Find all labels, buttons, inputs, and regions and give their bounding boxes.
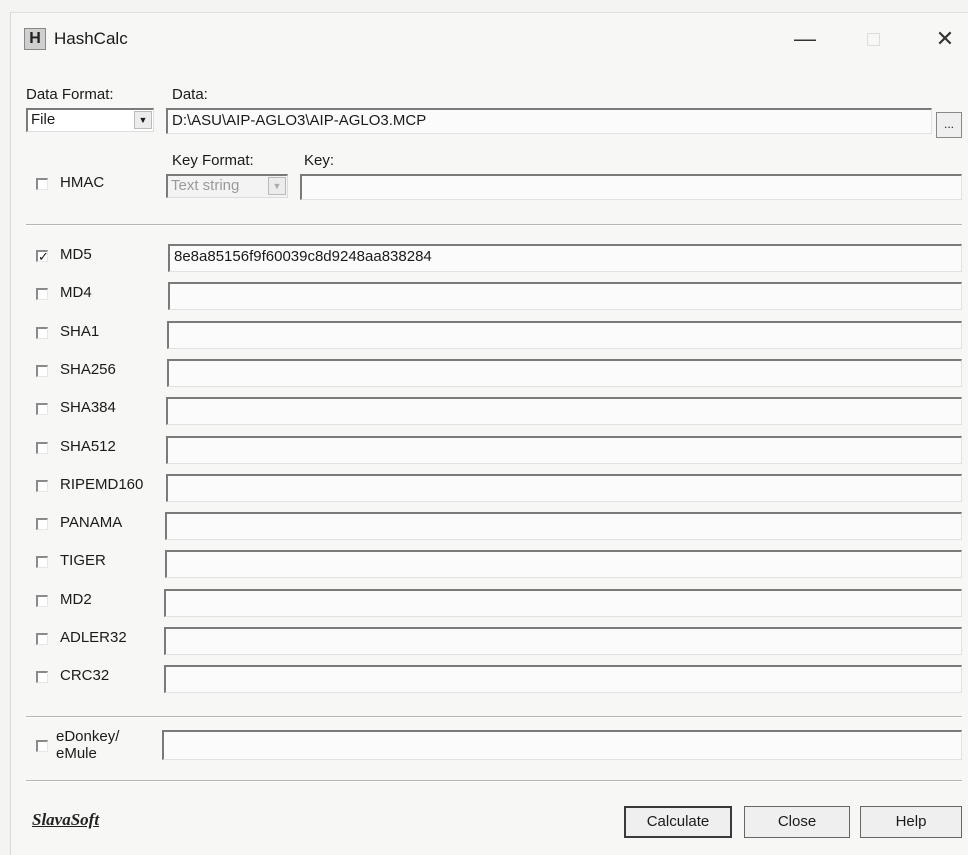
algo-output[interactable]	[168, 282, 962, 310]
browse-button[interactable]: ...	[936, 112, 962, 138]
algo-label: MD4	[60, 284, 92, 301]
slavasoft-logo[interactable]: SlavaSoft	[32, 810, 99, 830]
data-format-select[interactable]: File ▼	[26, 108, 154, 132]
algo-label: PANAMA	[60, 514, 123, 531]
algo-output[interactable]	[164, 589, 962, 617]
edonkey-output[interactable]	[162, 730, 962, 760]
separator	[26, 716, 962, 718]
algo-output[interactable]	[167, 321, 962, 349]
key-label: Key:	[304, 152, 335, 169]
algo-label: SHA1	[60, 323, 100, 340]
hmac-label: HMAC	[60, 174, 105, 191]
edonkey-checkbox[interactable]	[36, 740, 48, 752]
algo-checkbox[interactable]	[36, 595, 48, 607]
algo-checkbox[interactable]	[36, 403, 48, 415]
hashcalc-window	[10, 12, 968, 855]
data-format-label: Data Format:	[26, 86, 114, 103]
key-format-label: Key Format:	[172, 152, 254, 169]
data-label: Data:	[172, 86, 208, 103]
app-icon: H	[24, 28, 46, 50]
algo-output[interactable]	[164, 627, 962, 655]
chevron-down-icon[interactable]: ▼	[134, 111, 152, 129]
close-window-button[interactable]: ✕	[928, 22, 962, 56]
algo-output[interactable]	[167, 359, 962, 387]
hmac-checkbox[interactable]	[36, 178, 48, 190]
algo-label: SHA256	[60, 361, 116, 378]
key-format-select: Text string ▼	[166, 174, 288, 198]
algo-output[interactable]	[165, 512, 962, 540]
algo-output[interactable]	[166, 474, 962, 502]
algo-checkbox[interactable]	[36, 518, 48, 530]
chevron-down-icon: ▼	[268, 177, 286, 195]
key-format-value: Text string	[171, 177, 240, 194]
minimize-button[interactable]: —	[788, 22, 822, 56]
separator	[26, 780, 962, 782]
algo-output[interactable]	[166, 397, 962, 425]
edonkey-label-line2: eMule	[56, 745, 97, 762]
algo-checkbox[interactable]	[36, 327, 48, 339]
algo-output[interactable]	[164, 665, 962, 693]
edonkey-label: eDonkey/ eMule	[56, 728, 119, 762]
algo-label: RIPEMD160	[60, 476, 144, 493]
algo-checkbox[interactable]: ✓	[36, 250, 49, 263]
algo-checkbox[interactable]	[36, 633, 48, 645]
separator	[26, 224, 962, 226]
algo-output[interactable]	[165, 550, 962, 578]
window-title: HashCalc	[54, 29, 128, 48]
edonkey-label-line1: eDonkey/	[56, 728, 120, 745]
algo-checkbox[interactable]	[36, 442, 48, 454]
maximize-icon	[866, 32, 880, 46]
maximize-button	[856, 22, 890, 56]
algo-label: SHA512	[60, 438, 116, 455]
key-input	[300, 174, 962, 200]
algo-label: CRC32	[60, 667, 110, 684]
algo-label: MD2	[60, 591, 92, 608]
algo-label: MD5	[60, 246, 92, 263]
algo-label: TIGER	[60, 552, 106, 569]
algo-checkbox[interactable]	[36, 556, 48, 568]
algo-label: ADLER32	[60, 629, 127, 646]
algo-label: SHA384	[60, 399, 116, 416]
calculate-button[interactable]: Calculate	[624, 806, 732, 838]
algo-checkbox[interactable]	[36, 288, 48, 300]
help-button[interactable]: Help	[860, 806, 962, 838]
algo-output[interactable]	[166, 436, 962, 464]
algo-checkbox[interactable]	[36, 671, 48, 683]
close-button[interactable]: Close	[744, 806, 850, 838]
algo-checkbox[interactable]	[36, 365, 48, 377]
algo-output[interactable]: 8e8a85156f9f60039c8d9248aa838284	[168, 244, 962, 272]
algo-checkbox[interactable]	[36, 480, 48, 492]
data-format-value: File	[31, 111, 56, 128]
data-input[interactable]: D:\ASU\AIP-AGLO3\AIP-AGLO3.MCP	[166, 108, 932, 134]
